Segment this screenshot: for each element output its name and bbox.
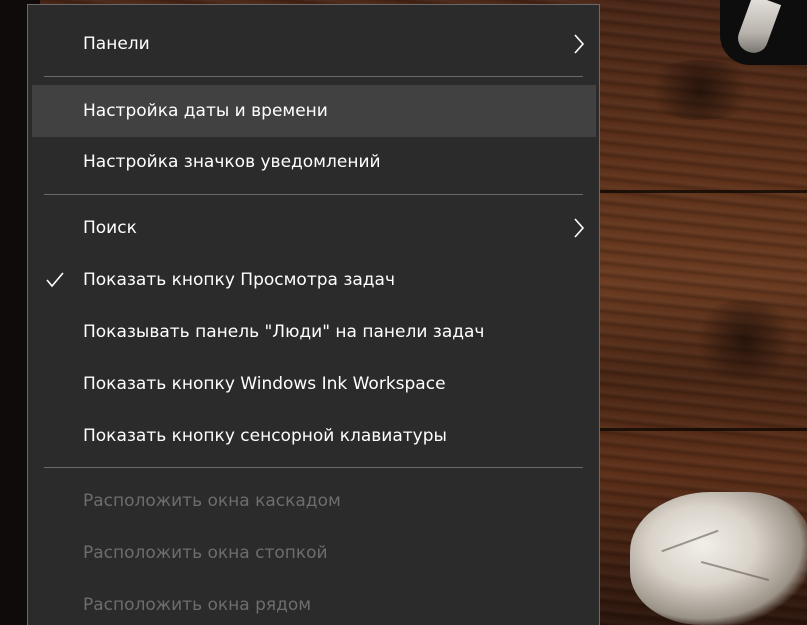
wood-knot bbox=[640, 60, 760, 120]
menu-item-search[interactable]: Поиск bbox=[32, 202, 596, 254]
wood-plank-seam bbox=[590, 190, 807, 193]
menu-item-date-time-settings[interactable]: Настройка даты и времени bbox=[32, 85, 596, 137]
menu-separator bbox=[44, 76, 583, 77]
menu-separator bbox=[44, 194, 583, 195]
menu-item-label: Панели bbox=[83, 34, 150, 54]
menu-item-show-people-on-taskbar[interactable]: Показывать панель "Люди" на панели задач bbox=[32, 306, 596, 358]
menu-item-label: Показать кнопку Windows Ink Workspace bbox=[83, 374, 446, 394]
menu-separator bbox=[44, 467, 583, 468]
check-icon bbox=[46, 272, 64, 288]
menu-item-side-by-side-windows: Расположить окна рядом bbox=[32, 579, 596, 625]
menu-item-show-task-view-button[interactable]: Показать кнопку Просмотра задач bbox=[32, 254, 596, 306]
menu-item-label: Настройка значков уведомлений bbox=[83, 152, 381, 172]
menu-item-label: Поиск bbox=[83, 218, 137, 238]
menu-item-notification-icons-settings[interactable]: Настройка значков уведомлений bbox=[32, 136, 596, 188]
menu-item-show-windows-ink-workspace-button[interactable]: Показать кнопку Windows Ink Workspace bbox=[32, 358, 596, 410]
menu-item-label: Показать кнопку Просмотра задач bbox=[83, 270, 396, 290]
menu-item-label: Расположить окна каскадом bbox=[83, 491, 341, 511]
wood-plank-seam bbox=[590, 428, 807, 431]
menu-item-label: Показать кнопку сенсорной клавиатуры bbox=[83, 426, 447, 446]
menu-item-label: Расположить окна рядом bbox=[83, 595, 312, 615]
menu-item-show-touch-keyboard-button[interactable]: Показать кнопку сенсорной клавиатуры bbox=[32, 410, 596, 462]
menu-item-toolbars[interactable]: Панели bbox=[32, 18, 596, 70]
taskbar-context-menu: Панели Настройка даты и времени Настройк… bbox=[27, 4, 600, 625]
crumpled-paper bbox=[630, 492, 807, 625]
chevron-right-icon bbox=[574, 34, 585, 54]
menu-item-label: Показывать панель "Люди" на панели задач bbox=[83, 322, 485, 342]
wood-knot bbox=[690, 300, 800, 380]
menu-item-label: Настройка даты и времени bbox=[83, 101, 328, 121]
chevron-right-icon bbox=[574, 218, 585, 238]
menu-item-cascade-windows: Расположить окна каскадом bbox=[32, 475, 596, 527]
menu-item-stack-windows: Расположить окна стопкой bbox=[32, 527, 596, 579]
menu-item-label: Расположить окна стопкой bbox=[83, 543, 328, 563]
